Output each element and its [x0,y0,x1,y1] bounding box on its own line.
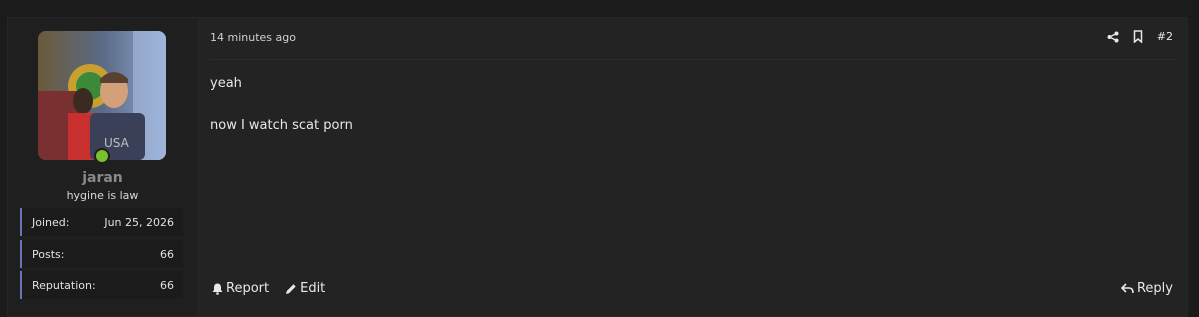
edit-label: Edit [300,281,326,296]
post-user-info: USA jaran hygine is law Joined: Jun 25, … [8,18,197,316]
stat-joined: Joined: Jun 25, 2026 [20,208,183,236]
svg-text:USA: USA [104,136,130,150]
pencil-icon [286,283,296,294]
stat-label: Joined: [32,215,70,229]
post-timestamp[interactable]: 14 minutes ago [210,31,296,44]
post-actions-left: Report Edit [212,281,325,296]
stat-value: Jun 25, 2026 [104,215,174,229]
avatar-wrapper: USA [38,31,166,164]
bell-icon [212,283,223,295]
stat-value: 66 [160,247,174,261]
stat-posts: Posts: 66 [20,240,183,268]
stat-label: Posts: [32,247,65,261]
stat-label: Reputation: [32,278,96,292]
bookmark-icon[interactable] [1133,30,1143,43]
post-content: 14 minutes ago #2 yeah now I watch scat … [198,18,1187,316]
edit-button[interactable]: Edit [285,281,325,296]
online-status-indicator [94,148,110,164]
post-number-link[interactable]: #2 [1157,30,1173,43]
post-actions-right: Reply [1120,281,1173,298]
share-icon[interactable] [1107,31,1119,43]
post-header-divider [210,59,1175,60]
avatar[interactable]: USA [38,31,166,160]
post-container: USA jaran hygine is law Joined: Jun 25, … [7,17,1188,317]
report-button[interactable]: Report [212,281,269,296]
reply-icon [1120,283,1134,294]
post-body: yeah now I watch scat porn [210,75,353,159]
post-body-line: yeah [210,76,242,91]
avatar-image: USA [38,31,166,160]
post-meta-actions: #2 [1107,30,1173,43]
stat-value: 66 [160,278,174,292]
reply-label: Reply [1136,281,1173,296]
user-title: hygine is law [66,189,139,202]
report-label: Report [226,281,270,296]
username[interactable]: jaran [8,170,197,186]
post-body-line: now I watch scat porn [210,118,353,133]
stat-reputation: Reputation: 66 [20,271,183,299]
reply-button[interactable]: Reply [1120,281,1173,296]
